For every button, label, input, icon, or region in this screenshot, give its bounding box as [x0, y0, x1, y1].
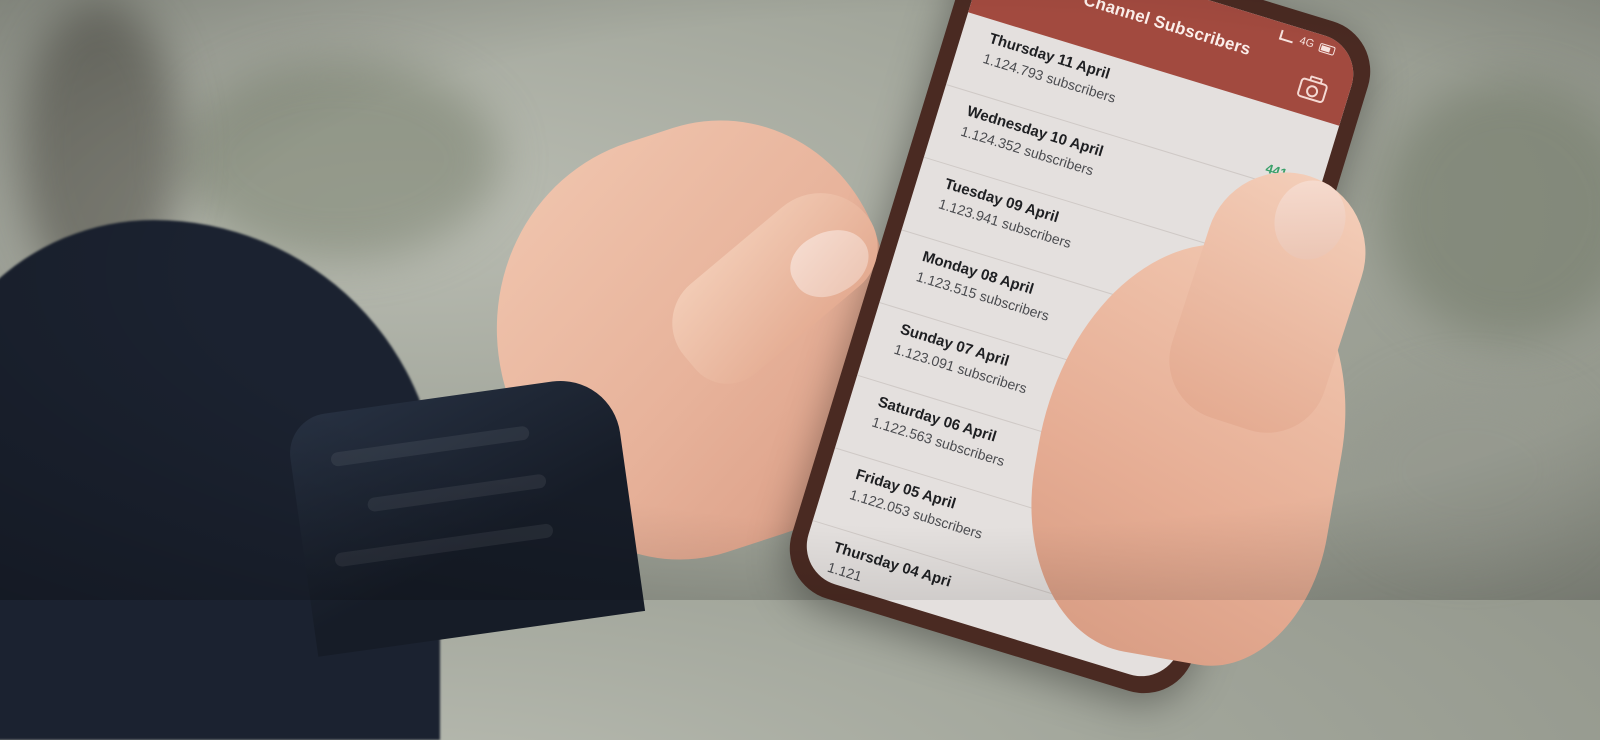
- background-blur-2: [1380, 80, 1600, 340]
- cuff-fold: [330, 425, 531, 468]
- background-blur-3: [1350, 380, 1590, 560]
- jacket-cuff: [284, 373, 646, 657]
- network-label: 4G: [1297, 34, 1316, 51]
- signal-icon: [1279, 29, 1296, 44]
- battery-icon: [1318, 42, 1337, 56]
- cuff-fold: [334, 522, 554, 568]
- cuff-fold: [366, 473, 547, 513]
